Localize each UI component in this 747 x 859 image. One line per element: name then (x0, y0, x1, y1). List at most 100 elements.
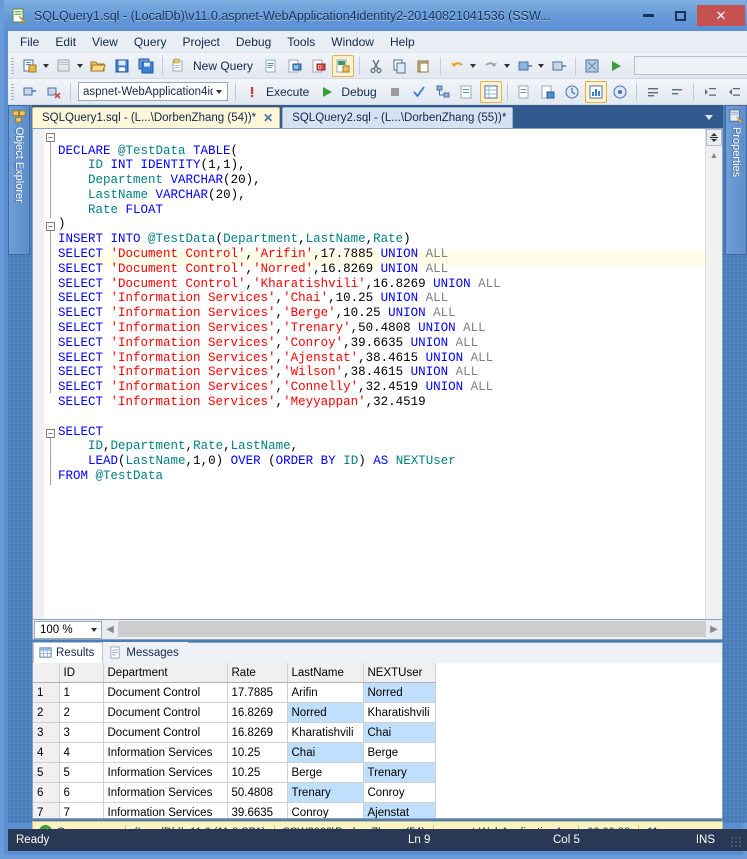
row-number[interactable]: 6 (33, 782, 60, 803)
toolbar-grip-2[interactable] (11, 83, 14, 100)
zoom-combo[interactable]: 100 % (34, 620, 102, 639)
navigate-backward-icon[interactable] (514, 55, 536, 77)
row-number[interactable]: 4 (33, 742, 60, 763)
indent-icon[interactable] (699, 81, 721, 103)
menu-item-query[interactable]: Query (126, 32, 175, 52)
cell-id[interactable]: 3 (59, 722, 104, 743)
column-header-id[interactable]: ID (59, 663, 104, 683)
table-row[interactable]: 7 7 Information Services 39.6635 Conroy Ajens… (33, 802, 436, 818)
menu-item-project[interactable]: Project (175, 32, 228, 52)
cell-rate[interactable]: 10.25 (227, 742, 288, 763)
sql-code[interactable]: DECLARE @TestData TABLE( ID INT IDENTITY… (58, 144, 705, 607)
cell-rate[interactable]: 16.8269 (227, 702, 288, 723)
column-header-department[interactable]: Department (103, 663, 228, 683)
cell-id[interactable]: 1 (59, 682, 104, 703)
cell-nextuser[interactable]: Berge (363, 742, 436, 763)
fold-toggle-insert[interactable]: − (46, 222, 55, 231)
row-number[interactable]: 3 (33, 722, 60, 743)
cell-department[interactable]: Information Services (103, 802, 228, 818)
editor-vertical-scrollbar[interactable]: ▲ (705, 129, 722, 619)
cell-rate[interactable]: 50.4808 (227, 782, 288, 803)
query-options-icon[interactable] (456, 81, 478, 103)
save-icon[interactable] (111, 55, 133, 77)
start-target-combo[interactable] (634, 56, 747, 75)
include-actual-plan-icon[interactable] (561, 81, 583, 103)
cell-lastname[interactable]: Conroy (287, 802, 364, 818)
cell-lastname[interactable]: Arifin (287, 682, 364, 703)
disconnect-icon[interactable] (43, 81, 65, 103)
close-button[interactable]: ✕ (697, 5, 745, 26)
cell-nextuser[interactable]: Chai (363, 722, 436, 743)
cell-id[interactable]: 6 (59, 782, 104, 803)
menu-item-tools[interactable]: Tools (279, 32, 323, 52)
row-number[interactable]: 7 (33, 802, 60, 818)
row-number[interactable]: 5 (33, 762, 60, 783)
chevron-down-icon[interactable] (87, 627, 101, 632)
fold-toggle-select[interactable]: − (46, 429, 55, 438)
cell-id[interactable]: 7 (59, 802, 104, 818)
cell-id[interactable]: 5 (59, 762, 104, 783)
navigate-forward-icon[interactable] (548, 55, 570, 77)
execute-label[interactable]: Execute (264, 85, 315, 99)
table-row[interactable]: 6 6 Information Services 50.4808 Trenary Conr… (33, 782, 436, 803)
outdent-icon[interactable] (723, 81, 745, 103)
row-number[interactable]: 1 (33, 682, 60, 703)
xmla-query-icon[interactable] (332, 54, 355, 77)
toolbox-icon[interactable] (581, 55, 603, 77)
new-item-dropdown-icon[interactable] (77, 63, 83, 68)
dmx-query-icon[interactable]: D (308, 55, 330, 77)
menu-item-help[interactable]: Help (382, 32, 423, 52)
cell-lastname[interactable]: Berge (287, 762, 364, 783)
cell-nextuser[interactable]: Norred (363, 682, 436, 703)
menu-item-edit[interactable]: Edit (47, 32, 84, 52)
cell-id[interactable]: 4 (59, 742, 104, 763)
cell-rate[interactable]: 17.7885 (227, 682, 288, 703)
tab-messages[interactable]: Messages (103, 642, 188, 663)
cell-nextuser[interactable]: Conroy (363, 782, 436, 803)
results-grid-wrapper[interactable]: ID Department Rate LastName NEXTUser 1 1 Docume… (33, 663, 722, 818)
editor-fold-margin[interactable]: − − − (44, 129, 58, 619)
chevron-down-icon[interactable] (213, 89, 225, 94)
scroll-left-arrow-icon[interactable]: ◀ (102, 621, 118, 639)
copy-icon[interactable] (389, 55, 411, 77)
cell-department[interactable]: Information Services (103, 762, 228, 783)
mdx-query-icon[interactable]: M (284, 55, 306, 77)
cell-nextuser[interactable]: Trenary (363, 762, 436, 783)
undo-icon[interactable] (446, 55, 468, 77)
tab-sqlquery1[interactable]: SQLQuery1.sql - (L...\DorbenZhang (54))*… (32, 107, 281, 128)
paste-icon[interactable] (413, 55, 435, 77)
redo-dropdown-icon[interactable] (504, 63, 511, 68)
save-all-icon[interactable] (135, 55, 157, 77)
uncomment-icon[interactable] (666, 81, 688, 103)
cell-rate[interactable]: 10.25 (227, 762, 288, 783)
new-query-label[interactable]: New Query (191, 59, 259, 73)
hscroll-thumb[interactable] (118, 620, 706, 637)
editor-split-handle[interactable] (706, 129, 722, 146)
new-project-dropdown-icon[interactable] (43, 63, 49, 68)
cell-rate[interactable]: 39.6635 (227, 802, 288, 818)
cell-nextuser[interactable]: Kharatishvili (363, 702, 436, 723)
sql-editor[interactable]: − − − DECLARE @TestData TABLE( ID INT ID… (32, 128, 723, 620)
row-number[interactable]: 2 (33, 702, 60, 723)
column-header-rownum[interactable] (33, 663, 60, 683)
cell-lastname[interactable]: Norred (287, 702, 364, 723)
table-row[interactable]: 3 3 Document Control 16.8269 Kharatishvili Ch… (33, 722, 436, 743)
new-query-icon[interactable] (168, 55, 190, 77)
start-icon[interactable] (605, 55, 627, 77)
db-engine-query-icon[interactable] (260, 55, 282, 77)
tab-results[interactable]: Results (33, 642, 104, 663)
cell-department[interactable]: Document Control (103, 702, 228, 723)
cell-department[interactable]: Document Control (103, 682, 228, 703)
results-to-text-icon[interactable] (513, 81, 535, 103)
cell-id[interactable]: 2 (59, 702, 104, 723)
debug-icon[interactable] (316, 81, 338, 103)
minimize-button[interactable] (633, 5, 664, 26)
cell-lastname[interactable]: Trenary (287, 782, 364, 803)
close-icon[interactable]: ✕ (263, 111, 273, 125)
maximize-button[interactable] (665, 5, 696, 26)
cell-rate[interactable]: 16.8269 (227, 722, 288, 743)
stop-icon[interactable] (384, 81, 406, 103)
cell-lastname[interactable]: Kharatishvili (287, 722, 364, 743)
sidebar-item-object-explorer[interactable]: Object Explorer (8, 105, 30, 255)
cell-department[interactable]: Information Services (103, 782, 228, 803)
